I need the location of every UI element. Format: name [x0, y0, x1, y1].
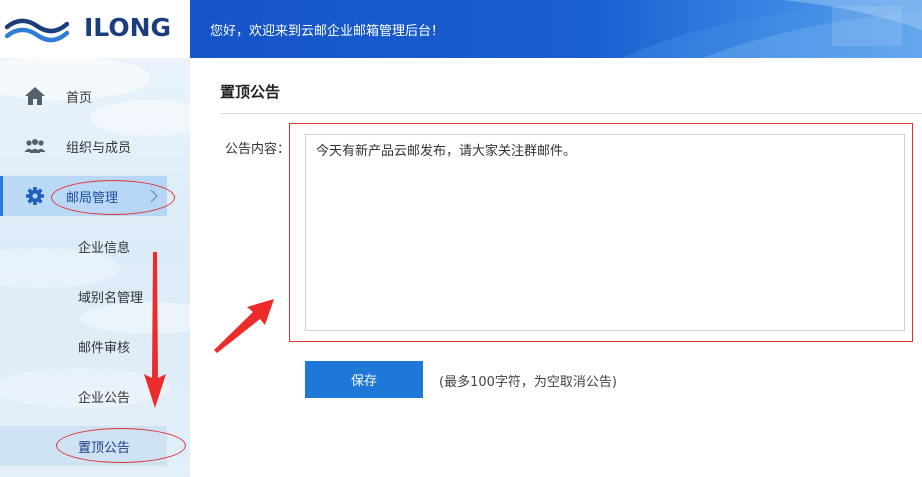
- sidebar-subitem-label: 邮件审核: [78, 341, 131, 356]
- waves-logo-icon: [5, 18, 69, 43]
- top-banner: 您好，欢迎来到云邮企业邮箱管理后台！: [190, 0, 922, 58]
- save-button[interactable]: 保存: [305, 361, 423, 398]
- brand-name: ILONG: [84, 13, 172, 42]
- home-icon: [25, 87, 45, 105]
- sidebar-item-home[interactable]: 首页: [0, 76, 167, 116]
- sidebar-subitem-mail-review[interactable]: 邮件审核: [0, 326, 167, 366]
- sidebar-item-label: 首页: [66, 91, 93, 106]
- sidebar-subitem-label: 企业信息: [78, 241, 131, 256]
- sidebar-item-mail-admin[interactable]: 邮局管理: [0, 176, 167, 216]
- welcome-text: 您好，欢迎来到云邮企业邮箱管理后台！: [210, 24, 445, 39]
- char-limit-hint: (最多100字符，为空取消公告): [439, 375, 617, 390]
- sidebar-subitem-pinned-notice[interactable]: 置顶公告: [0, 426, 167, 466]
- sidebar-subitem-label: 置顶公告: [78, 441, 131, 456]
- chevron-right-icon: [150, 189, 158, 203]
- content-field-label: 公告内容：: [225, 142, 291, 157]
- sidebar: 首页 组织与成员 邮局管理 企业信息 域别名管理 邮件审核 企业公告 置顶公告: [0, 58, 190, 477]
- divider: [220, 113, 922, 114]
- sidebar-subitem-label: 企业公告: [78, 391, 131, 406]
- main-content: 置顶公告 公告内容： 今天有新产品云邮发布，请大家关注群邮件。 保存 (最多10…: [190, 58, 922, 477]
- sidebar-subitem-label: 域别名管理: [78, 291, 144, 306]
- sidebar-subitem-domain-alias[interactable]: 域别名管理: [0, 276, 167, 316]
- notice-content-textarea[interactable]: 今天有新产品云邮发布，请大家关注群邮件。: [305, 134, 905, 331]
- sidebar-item-label: 组织与成员: [66, 141, 132, 156]
- page-title: 置顶公告: [220, 83, 281, 101]
- users-icon: [24, 139, 46, 153]
- sidebar-subitem-company-info[interactable]: 企业信息: [0, 226, 167, 266]
- sidebar-item-label: 邮局管理: [66, 191, 119, 206]
- banner-decoration-icon: [622, 0, 922, 58]
- sidebar-item-organization[interactable]: 组织与成员: [0, 126, 167, 166]
- gear-icon: [26, 187, 44, 205]
- sidebar-subitem-company-notice[interactable]: 企业公告: [0, 376, 167, 416]
- logo: ILONG: [0, 0, 190, 59]
